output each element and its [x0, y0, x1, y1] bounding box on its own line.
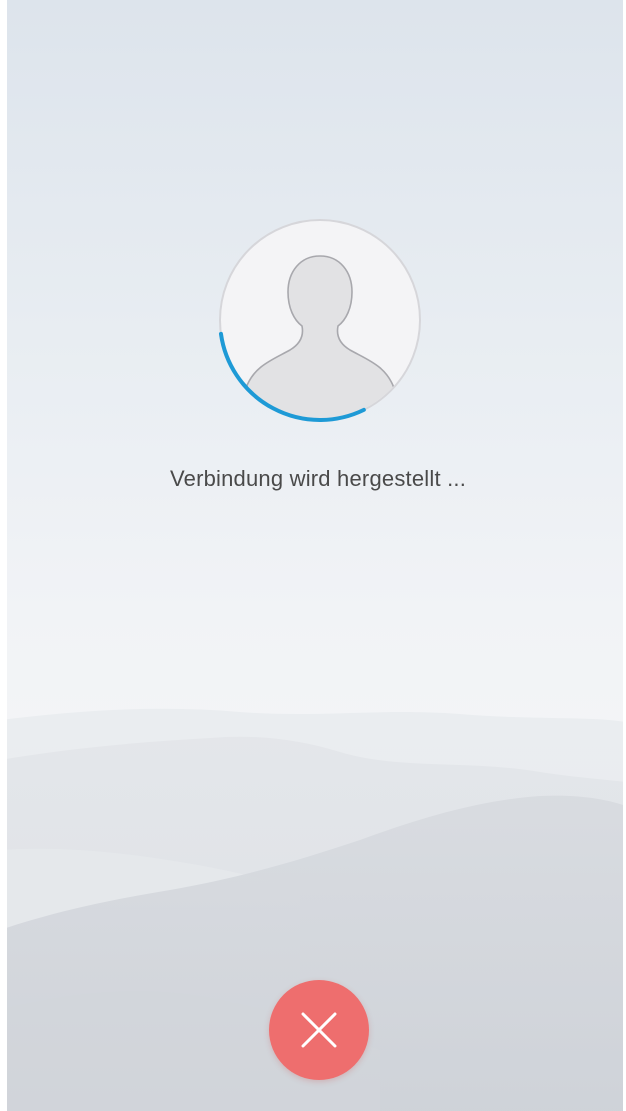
end-call-button[interactable]: [269, 980, 369, 1080]
connection-status-text: Verbindung wird hergestellt ...: [169, 466, 467, 491]
mountain-background: [0, 708, 626, 1111]
contact-avatar: [216, 216, 424, 424]
left-frame-edge: [0, 0, 7, 1111]
close-icon: [301, 1012, 337, 1048]
call-screen: Verbindung wird hergestellt ...: [0, 0, 626, 1111]
